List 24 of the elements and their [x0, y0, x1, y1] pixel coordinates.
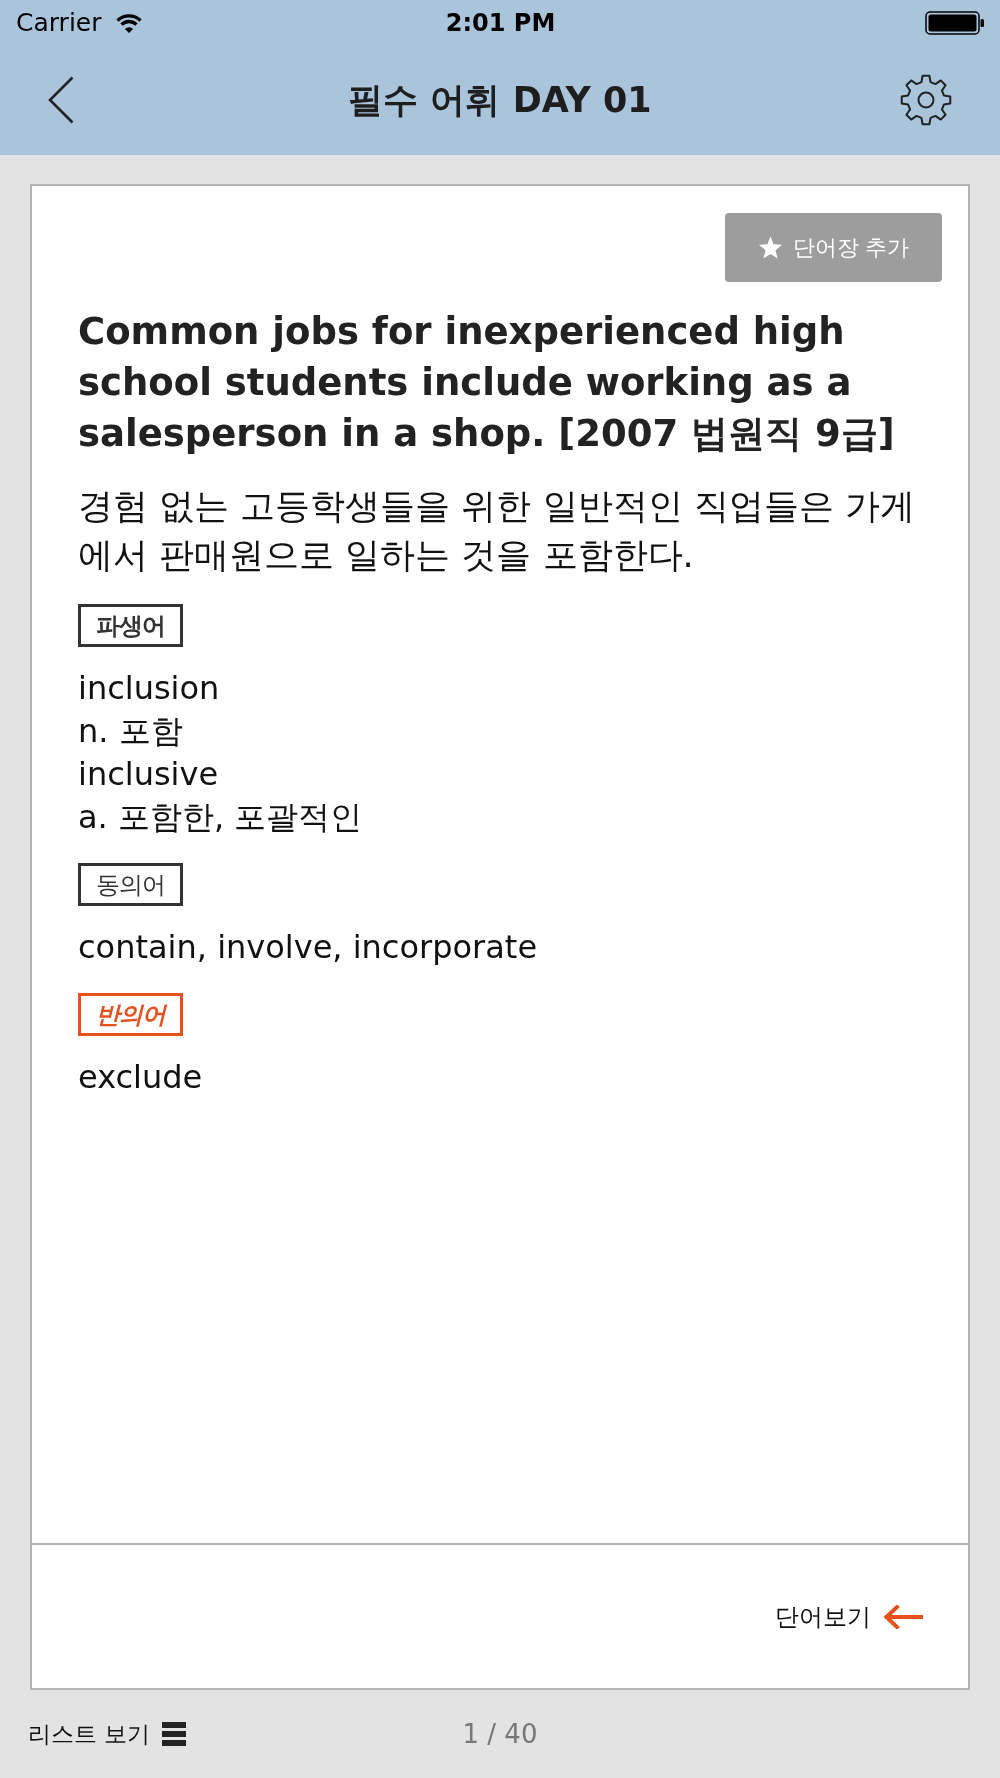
back-icon[interactable]: [48, 76, 74, 124]
category-label: 동의어: [78, 863, 183, 906]
entry-text: contain, involve, incorporate: [78, 927, 538, 968]
entry-text: inclusive: [78, 754, 220, 795]
star-icon: [757, 235, 783, 260]
page-counter: 1 / 40: [462, 1719, 538, 1749]
wifi-icon: [114, 11, 143, 34]
example-sentence: Common jobs for inexperienced high school students include working as a salesperson in a shop. [2007 법원직 9급]: [78, 309, 896, 457]
battery-icon: [925, 10, 985, 35]
entry-text: inclusion: [78, 668, 221, 709]
clock-time: 2:01 PM: [445, 9, 556, 37]
category-label: 파생어: [78, 604, 183, 647]
list-view-button[interactable]: 리스트 보기: [28, 1718, 187, 1750]
menu-icon: [162, 1722, 187, 1746]
entry-text: n. 포함: [78, 711, 184, 752]
entry-text: a. 포함한, 포괄적인: [78, 797, 363, 838]
sentence-translation: 경험 없는 고등학생들을 위한 일반적인 직업들은 가게에서 판매원으로 일하는 것을 포함한다.: [78, 485, 916, 577]
carrier-name: Carrier: [16, 8, 102, 37]
left-arrow-icon: [883, 1604, 923, 1629]
entry-text: exclude: [78, 1057, 203, 1098]
settings-icon[interactable]: [900, 74, 952, 126]
view-word-button[interactable]: 단어보기: [775, 1600, 923, 1633]
screen-title: 필수 어휘 DAY 01: [348, 79, 652, 120]
category-label: 반의어: [78, 993, 183, 1036]
